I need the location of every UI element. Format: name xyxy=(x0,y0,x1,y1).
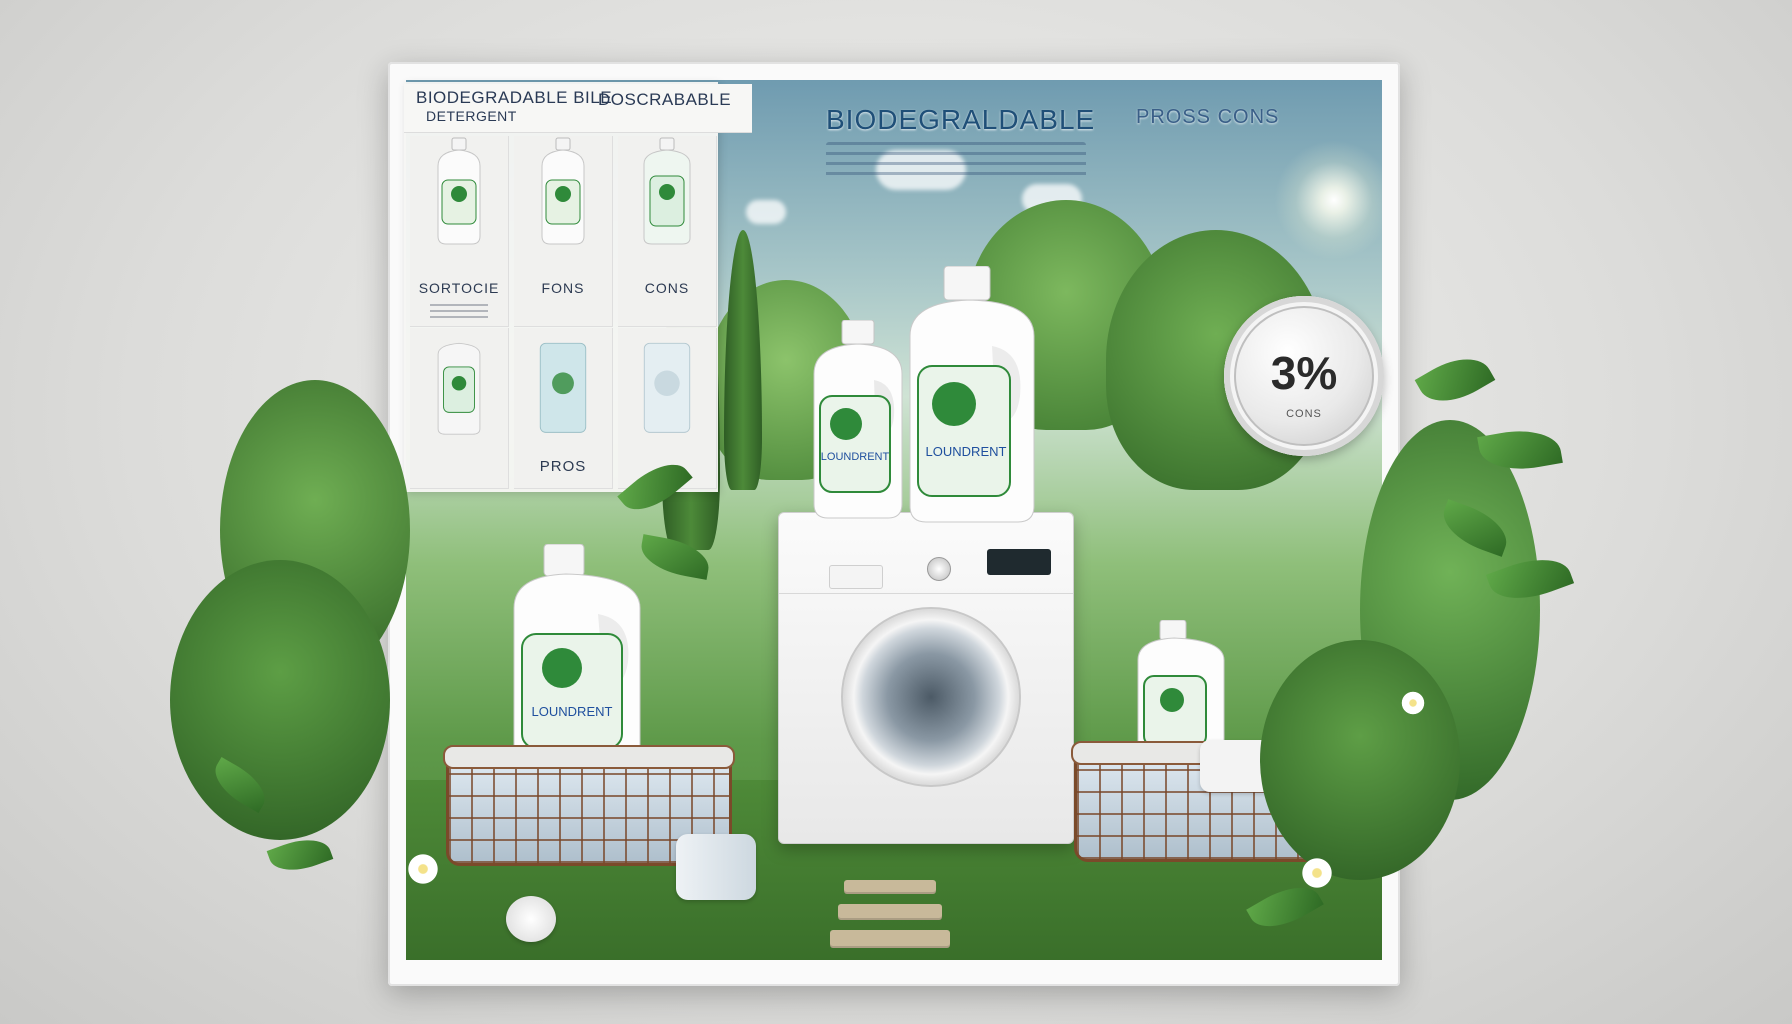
white-flower xyxy=(1400,690,1426,716)
headline-main: BIODEGRALDABLE xyxy=(826,104,1096,135)
washer-knob-icon xyxy=(927,557,951,581)
panel-title-left-sub: DETERGENT xyxy=(426,108,517,124)
white-flower xyxy=(1300,856,1334,890)
panel-cell-label: SORTOCIE xyxy=(418,280,500,296)
badge-small-text: CONS xyxy=(1286,408,1322,420)
washer-door xyxy=(841,607,1021,787)
detergent-bottle-left: LOUNDRENT xyxy=(513,544,641,769)
bottle-label: LOUNDRENT xyxy=(926,444,1007,459)
detergent-bottle-icon xyxy=(541,137,585,245)
washer-control-panel xyxy=(779,513,1073,594)
cloud xyxy=(746,200,786,224)
bottle-label: LOUNDRENT xyxy=(532,704,613,719)
path-stone xyxy=(838,904,942,920)
panel-cell xyxy=(410,328,509,489)
panel-cell: SORTOCIE xyxy=(410,136,509,327)
panel-cell-label: CONS xyxy=(644,280,690,296)
headline-secondary: PROSS CONS xyxy=(1136,106,1280,128)
detergent-pouch-icon xyxy=(643,137,691,245)
washing-machine xyxy=(778,512,1074,844)
panel-title-right: DOSCRABABLE xyxy=(598,90,732,109)
fabric-softener-ball xyxy=(506,896,556,942)
detergent-bottle-icon xyxy=(437,137,481,245)
headline-subtext-lines xyxy=(826,142,1086,182)
detergent-bottle-right xyxy=(1137,620,1225,759)
panel-cell: CONS xyxy=(618,136,717,327)
foliage xyxy=(170,560,390,840)
panel-cell-label: FONS xyxy=(541,280,585,296)
bottle-label: LOUNDRENT xyxy=(821,451,890,463)
path-stone xyxy=(830,930,950,948)
basket-rim xyxy=(443,745,735,769)
sun xyxy=(1274,140,1382,260)
panel-cell: PROS xyxy=(514,328,613,489)
percent-badge: 3% CONS xyxy=(1224,296,1384,456)
detergent-bottle-large: LOUNDRENT xyxy=(909,266,1035,523)
foliage xyxy=(1260,640,1460,880)
washer-display xyxy=(987,549,1051,575)
leaf xyxy=(1414,345,1496,415)
cypress-tree xyxy=(724,230,762,490)
panel-cell-label: PROS xyxy=(539,458,587,475)
detergent-pouch-icon xyxy=(643,342,691,433)
panel-cell: FONS xyxy=(514,136,613,327)
detergent-drawer xyxy=(829,565,883,589)
detergent-pouch-icon xyxy=(437,342,481,435)
white-flower xyxy=(406,852,440,886)
dryer-sheet-roll xyxy=(676,834,756,900)
path-stone xyxy=(844,880,936,894)
detergent-pouch-icon xyxy=(539,342,587,433)
panel-title-left: BIODEGRADABLE BILE xyxy=(416,88,613,107)
panel-cell-lines xyxy=(430,304,488,318)
badge-value: 3% xyxy=(1270,347,1338,399)
